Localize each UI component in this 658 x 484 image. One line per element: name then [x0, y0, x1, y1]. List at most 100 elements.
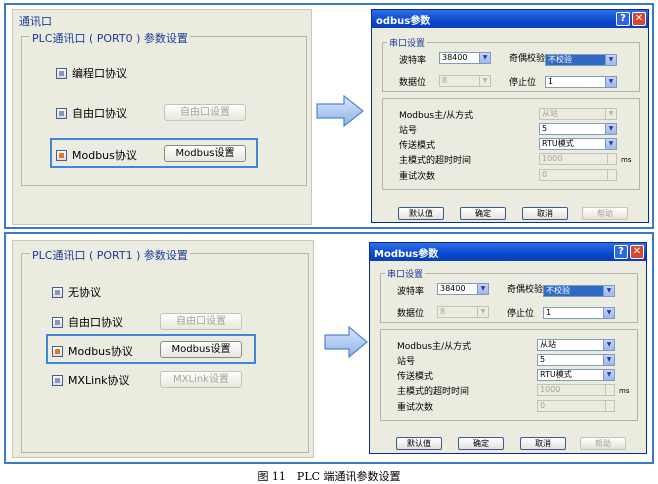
- databits-label: 数据位: [399, 78, 427, 88]
- mode-select[interactable]: 从站 ▼: [537, 339, 615, 351]
- option-no-protocol[interactable]: 无协议: [52, 284, 101, 300]
- retry-input[interactable]: 0: [539, 169, 617, 181]
- modbus-settings-button[interactable]: Modbus设置: [160, 341, 242, 358]
- stopbits-label: 停止位: [509, 78, 537, 88]
- chevron-down-icon: ▼: [479, 76, 490, 86]
- serial-group-title: 串口设置: [385, 267, 426, 280]
- plc-config-panel-port0: 通讯口 PLC通讯口 ( PORT0 ) 参数设置 编程口协议 自由口协议 自由…: [12, 9, 312, 225]
- retry-input[interactable]: 0: [537, 400, 615, 412]
- station-select[interactable]: 5 ▼: [539, 123, 617, 135]
- parity-select[interactable]: 不校验 ▼: [543, 285, 615, 297]
- close-icon[interactable]: ✕: [632, 12, 646, 26]
- parity-value: 不校验: [546, 286, 570, 295]
- radio-icon: [56, 149, 67, 161]
- option-label: 自由口协议: [68, 316, 123, 329]
- arrow-right-icon: [324, 326, 368, 358]
- databits-select[interactable]: 8 ▼: [439, 75, 491, 87]
- dialog-title: Modbus参数: [374, 248, 439, 260]
- help-button[interactable]: 帮助: [582, 207, 628, 220]
- help-icon[interactable]: ?: [614, 245, 628, 259]
- mode-select[interactable]: 从站 ▼: [539, 108, 617, 120]
- cancel-button[interactable]: 取消: [520, 437, 566, 450]
- timeout-value: 1000: [540, 385, 561, 394]
- dialog-titlebar: odbus参数 ? ✕: [372, 10, 648, 28]
- help-button[interactable]: 帮助: [580, 437, 626, 450]
- freeport-settings-button[interactable]: 自由口设置: [164, 104, 246, 121]
- serial-group-title: 串口设置: [387, 36, 428, 49]
- stopbits-select[interactable]: 1 ▼: [545, 76, 617, 88]
- option-freeport-protocol[interactable]: 自由口协议: [52, 314, 123, 330]
- stopbits-value: 1: [548, 77, 554, 86]
- mxlink-settings-button[interactable]: MXLink设置: [160, 371, 242, 388]
- outer-group-title: 通讯口: [19, 15, 52, 28]
- transfer-value: RTU模式: [540, 370, 572, 379]
- radio-icon: [52, 345, 63, 357]
- timeout-label: 主模式的超时时间: [399, 156, 472, 166]
- chevron-down-icon: ▼: [605, 124, 616, 134]
- option-modbus-protocol[interactable]: Modbus协议: [52, 343, 133, 359]
- top-panel: 通讯口 PLC通讯口 ( PORT0 ) 参数设置 编程口协议 自由口协议 自由…: [4, 3, 654, 229]
- option-freeport-protocol[interactable]: 自由口协议: [56, 105, 127, 121]
- baud-select[interactable]: 38400 ▼: [437, 283, 489, 295]
- radio-icon: [52, 286, 63, 298]
- transfer-value: RTU模式: [542, 139, 574, 148]
- parity-label: 奇偶校验: [507, 285, 544, 295]
- transfer-select[interactable]: RTU模式 ▼: [537, 369, 615, 381]
- station-label: 站号: [399, 126, 418, 136]
- option-label: Modbus协议: [72, 149, 137, 162]
- chevron-down-icon: ▼: [477, 284, 488, 294]
- option-mxlink-protocol[interactable]: MXLink协议: [52, 372, 130, 388]
- bottom-panel: PLC通讯口 ( PORT1 ) 参数设置 无协议 自由口协议 自由口设置 Mo…: [4, 232, 654, 464]
- radio-icon: [52, 316, 63, 328]
- databits-select[interactable]: 8 ▼: [437, 306, 489, 318]
- figure-caption: 图 11 PLC 端通讯参数设置: [257, 470, 401, 483]
- default-button[interactable]: 默认值: [396, 437, 442, 450]
- baud-label: 波特率: [399, 56, 427, 66]
- cancel-button[interactable]: 取消: [522, 207, 568, 220]
- port1-group-title: PLC通讯口 ( PORT1 ) 参数设置: [30, 247, 190, 263]
- stopbits-value: 1: [546, 308, 552, 317]
- parity-value: 不校验: [548, 55, 572, 64]
- port1-group: PLC通讯口 ( PORT1 ) 参数设置 无协议 自由口协议 自由口设置 Mo…: [21, 247, 309, 453]
- stopbits-label: 停止位: [507, 309, 535, 319]
- chevron-down-icon: ▼: [605, 109, 616, 119]
- default-button[interactable]: 默认值: [398, 207, 444, 220]
- baud-value: 38400: [442, 53, 468, 62]
- ok-button[interactable]: 确定: [460, 207, 506, 220]
- close-icon[interactable]: ✕: [630, 245, 644, 259]
- help-icon[interactable]: ?: [616, 12, 630, 26]
- modbus-settings-group: Modbus主/从方式 从站 ▼ 站号 5 ▼ 传送模式 RTU模式 ▼ 主模式的超时…: [382, 98, 640, 190]
- modbus-settings-button[interactable]: Modbus设置: [164, 145, 246, 162]
- serial-settings-group: 串口设置 波特率 38400 ▼ 奇偶校验 不校验 ▼ 数据位 8 ▼ 停止位 1 ▼: [380, 267, 638, 323]
- retry-value: 0: [542, 170, 548, 179]
- option-label: 自由口协议: [72, 107, 127, 120]
- chevron-down-icon: ▼: [603, 370, 614, 380]
- chevron-down-icon: ▼: [477, 307, 488, 317]
- spinner-icon: [605, 401, 614, 411]
- retry-label: 重试次数: [399, 172, 436, 182]
- baud-select[interactable]: 38400 ▼: [439, 52, 491, 64]
- ok-button[interactable]: 确定: [458, 437, 504, 450]
- station-label: 站号: [397, 357, 416, 367]
- option-programming-protocol[interactable]: 编程口协议: [56, 65, 127, 81]
- option-modbus-protocol[interactable]: Modbus协议: [56, 147, 137, 163]
- retry-label: 重试次数: [397, 403, 434, 413]
- modbus-settings-group: Modbus主/从方式 从站 ▼ 站号 5 ▼ 传送模式 RTU模式 ▼ 主模式的超时…: [380, 329, 638, 421]
- parity-select[interactable]: 不校验 ▼: [545, 54, 617, 66]
- stopbits-select[interactable]: 1 ▼: [543, 307, 615, 319]
- station-select[interactable]: 5 ▼: [537, 354, 615, 366]
- databits-value: 8: [442, 76, 448, 85]
- transfer-label: 传送模式: [399, 141, 436, 151]
- mode-value: 从站: [540, 340, 556, 349]
- option-label: 无协议: [68, 286, 101, 299]
- timeout-input[interactable]: 1000: [539, 153, 617, 165]
- databits-label: 数据位: [397, 309, 425, 319]
- transfer-select[interactable]: RTU模式 ▼: [539, 138, 617, 150]
- station-value: 5: [542, 124, 548, 133]
- plc-config-panel-port1: PLC通讯口 ( PORT1 ) 参数设置 无协议 自由口协议 自由口设置 Mo…: [12, 240, 314, 458]
- serial-settings-group: 串口设置 波特率 38400 ▼ 奇偶校验 不校验 ▼ 数据位 8 ▼ 停止位 1 ▼: [382, 36, 640, 92]
- timeout-value: 1000: [542, 154, 563, 163]
- timeout-input[interactable]: 1000: [537, 384, 615, 396]
- option-label: 编程口协议: [72, 67, 127, 80]
- freeport-settings-button[interactable]: 自由口设置: [160, 313, 242, 330]
